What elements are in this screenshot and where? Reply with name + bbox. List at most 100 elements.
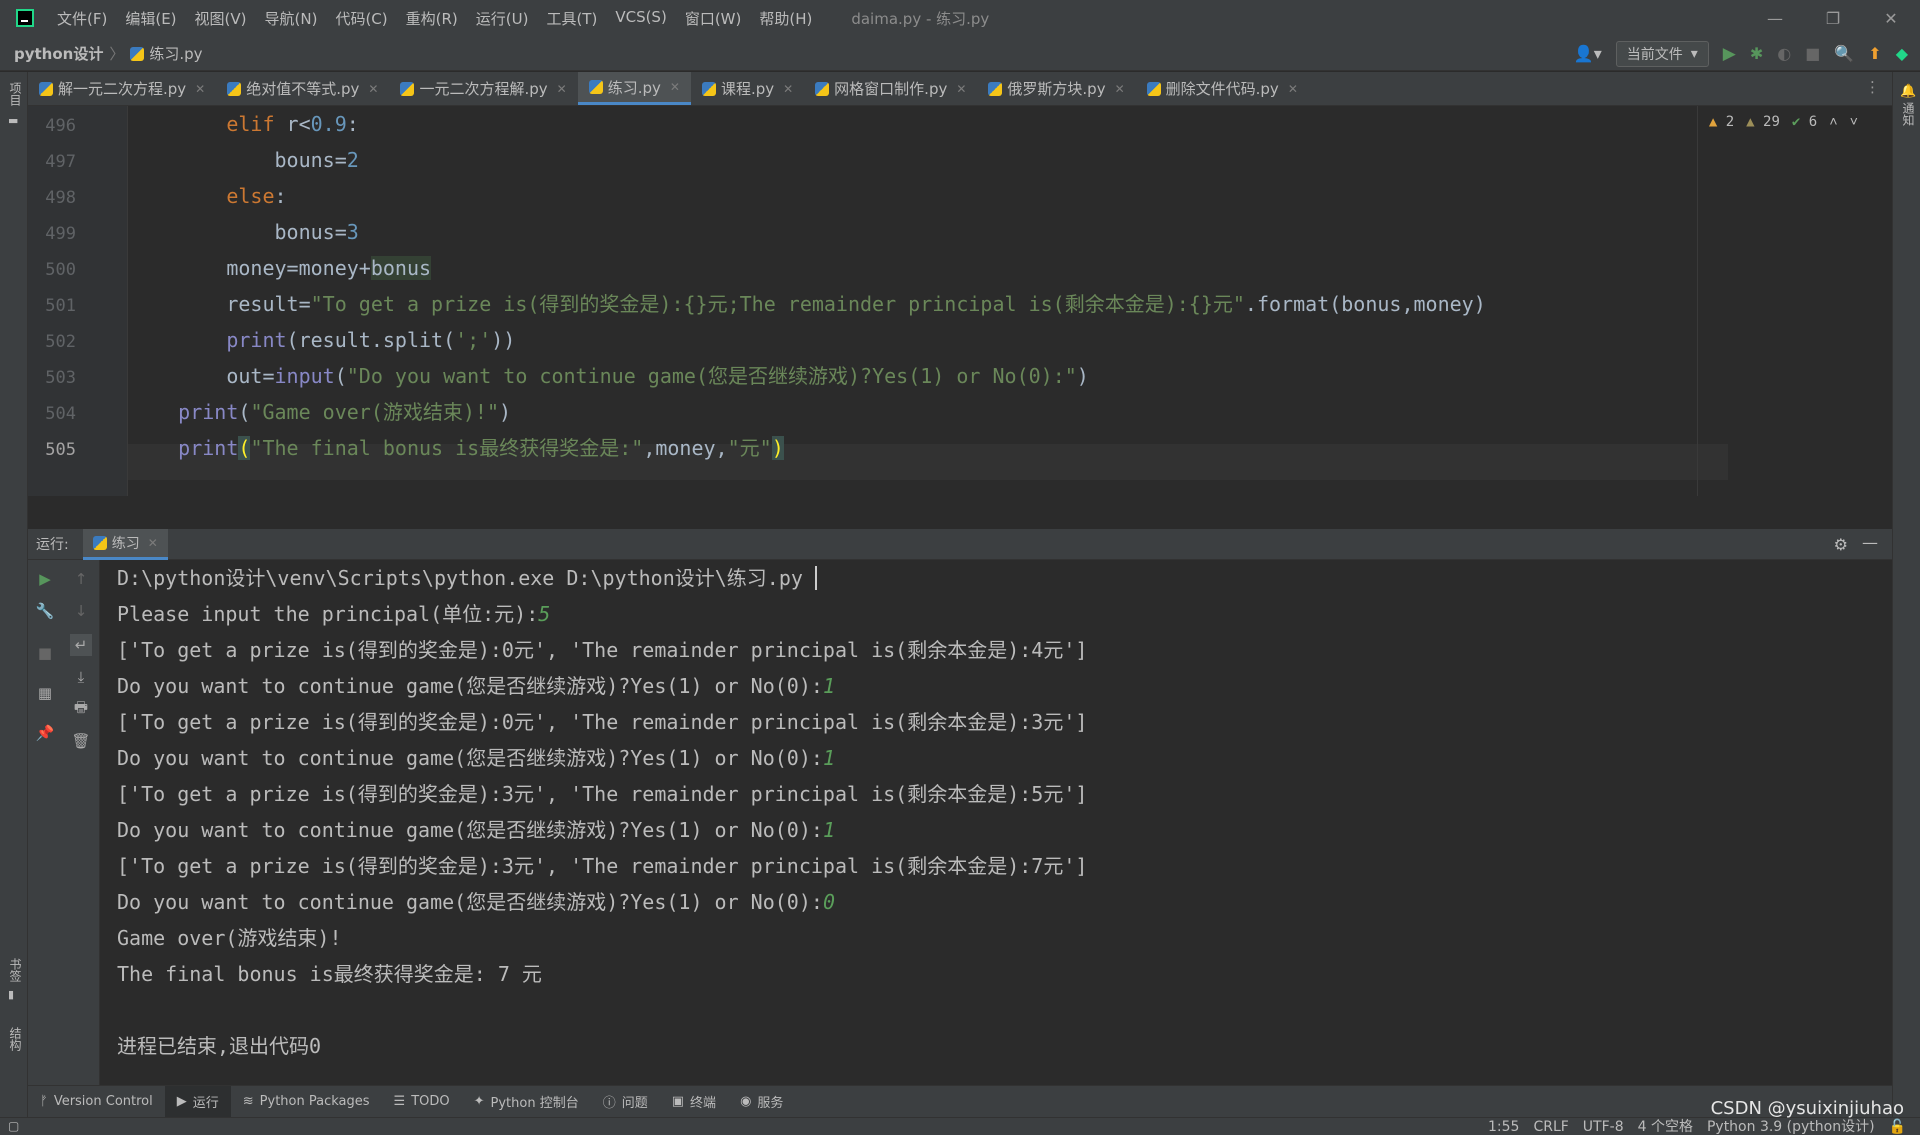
run-config-select[interactable]: 当前文件 ▾: [1615, 40, 1709, 67]
hide-panel-icon[interactable]: —: [1862, 533, 1878, 552]
layout-icon[interactable]: ▦: [34, 682, 56, 704]
menu-run[interactable]: 运行(U): [467, 8, 538, 29]
menu-vcs[interactable]: VCS(S): [606, 8, 675, 29]
breadcrumb-file[interactable]: 练习.py: [130, 43, 203, 64]
close-button[interactable]: ✕: [1862, 0, 1920, 36]
coverage-icon[interactable]: ◐: [1777, 44, 1791, 63]
editor-tab[interactable]: 一元二次方程解.py ✕: [389, 72, 577, 105]
rerun-icon[interactable]: ▶: [34, 568, 56, 590]
close-tab-icon[interactable]: ✕: [670, 80, 680, 94]
tool-version-control[interactable]: ᚠ Version Control: [28, 1086, 165, 1118]
menu-code[interactable]: 代码(C): [326, 8, 396, 29]
code-line-497: bouns=2: [130, 148, 359, 172]
stop-icon[interactable]: ■: [1805, 44, 1820, 63]
interpreter[interactable]: Python 3.9 (python设计): [1707, 1118, 1875, 1135]
search-icon[interactable]: 🔍: [1834, 44, 1854, 63]
restore-button[interactable]: ❐: [1804, 0, 1862, 36]
trash-icon[interactable]: 🗑: [70, 730, 92, 752]
tool-python-packages[interactable]: ≋ Python Packages: [231, 1086, 382, 1118]
status-bar: ▢ 1:55 CRLF UTF-8 4 个空格 Python 3.9 (pyth…: [0, 1117, 1920, 1135]
text-cursor: [814, 566, 830, 590]
gear-icon[interactable]: ⚙: [1834, 535, 1848, 554]
lock-icon[interactable]: 🔓: [1889, 1118, 1906, 1135]
arrow-up-icon[interactable]: ↑: [70, 568, 92, 590]
editor-tab[interactable]: 绝对值不等式.py ✕: [216, 72, 389, 105]
more-tabs-icon[interactable]: ⋮: [1865, 78, 1880, 96]
python-file-icon: [701, 81, 716, 96]
menu-window[interactable]: 窗口(W): [676, 8, 751, 29]
window-title: daima.py - 练习.py: [851, 9, 990, 28]
update-icon[interactable]: ⬆: [1868, 44, 1881, 63]
close-tab-icon[interactable]: ✕: [1115, 82, 1125, 96]
main-menu: 文件(F) 编辑(E) 视图(V) 导航(N) 代码(C) 重构(R) 运行(U…: [48, 8, 821, 29]
wrench-icon[interactable]: 🔧: [34, 600, 56, 622]
debug-icon[interactable]: ✱: [1750, 44, 1763, 63]
chevron-down-icon[interactable]: ˅: [1850, 114, 1858, 131]
line-separator[interactable]: CRLF: [1533, 1118, 1568, 1135]
tool-services[interactable]: ◉ 服务: [728, 1086, 795, 1118]
jetbrains-icon[interactable]: ◆: [1896, 44, 1908, 63]
inspection-widget[interactable]: ▲ 2 ▲ 29 ✔ 6 ˄ ˅: [1709, 114, 1858, 131]
close-tab-icon[interactable]: ✕: [148, 536, 158, 550]
line-number-gutter: 496 497 498 499 500 501 502 503 504 505: [28, 106, 128, 496]
indent-setting[interactable]: 4 个空格: [1638, 1118, 1693, 1135]
menu-navigate[interactable]: 导航(N): [256, 8, 327, 29]
menu-help[interactable]: 帮助(H): [750, 8, 821, 29]
console-text: Please input the principal(单位:元):: [117, 602, 539, 626]
scroll-to-end-icon[interactable]: ⤓: [70, 666, 92, 688]
print-icon[interactable]: 🖶: [70, 698, 92, 720]
project-tool-label[interactable]: 项目: [7, 82, 24, 106]
chevron-up-icon[interactable]: ˄: [1829, 114, 1837, 131]
menu-refactor[interactable]: 重构(R): [397, 8, 467, 29]
pin-icon[interactable]: 📌: [34, 722, 56, 744]
tool-problems[interactable]: ⓘ 问题: [591, 1086, 660, 1118]
close-tab-icon[interactable]: ✕: [557, 82, 567, 96]
close-tab-icon[interactable]: ✕: [956, 82, 966, 96]
layout-toggle-icon[interactable]: ▢: [8, 1119, 19, 1133]
editor-tab-active[interactable]: 练习.py ✕: [577, 72, 691, 105]
arrow-down-icon[interactable]: ↓: [70, 600, 92, 622]
console-text: D:\python设计\venv\Scripts\python.exe D:\p…: [117, 566, 815, 590]
stop-icon[interactable]: ■: [34, 642, 56, 664]
user-icon[interactable]: 👤▾: [1574, 44, 1602, 63]
line-number: 503: [45, 368, 76, 388]
check-icon: ✔: [1791, 114, 1801, 130]
file-encoding[interactable]: UTF-8: [1583, 1118, 1624, 1135]
code-line-504: print("Game over(游戏结束)!"): [178, 400, 512, 424]
close-tab-icon[interactable]: ✕: [783, 82, 793, 96]
breadcrumb-project[interactable]: python设计: [14, 43, 103, 64]
menu-edit[interactable]: 编辑(E): [116, 8, 185, 29]
tool-label: 问题: [621, 1096, 648, 1111]
tool-todo[interactable]: ☰ TODO: [382, 1086, 462, 1118]
editor-tab[interactable]: 网格窗口制作.py ✕: [804, 72, 977, 105]
editor-tab[interactable]: 解一元二次方程.py ✕: [28, 72, 216, 105]
code-editor[interactable]: 496 497 498 499 500 501 502 503 504 505 …: [28, 106, 1892, 496]
editor-tab[interactable]: 俄罗斯方块.py ✕: [977, 72, 1135, 105]
python-file-icon: [588, 80, 603, 94]
console-output[interactable]: D:\python设计\venv\Scripts\python.exe D:\p…: [100, 560, 1892, 1085]
menu-tools[interactable]: 工具(T): [537, 8, 606, 29]
editor-tab[interactable]: 删除文件代码.py ✕: [1136, 72, 1309, 105]
close-tab-icon[interactable]: ✕: [368, 82, 378, 96]
soft-wrap-icon[interactable]: ↵: [70, 634, 92, 656]
run-tab[interactable]: 练习 ✕: [82, 528, 168, 560]
close-tab-icon[interactable]: ✕: [1288, 82, 1298, 96]
tool-run[interactable]: ▶ 运行: [164, 1085, 231, 1118]
breadcrumb-file-label: 练习.py: [149, 44, 203, 63]
menu-file[interactable]: 文件(F): [48, 8, 116, 29]
console-user-input: 5: [538, 602, 551, 626]
run-icon[interactable]: ▶: [1723, 44, 1736, 64]
minimize-button[interactable]: —: [1746, 0, 1804, 36]
close-tab-icon[interactable]: ✕: [195, 82, 205, 96]
terminal-icon: ▣: [671, 1094, 685, 1109]
notifications-tool-label[interactable]: 通知: [1900, 102, 1917, 126]
bookmarks-tool-label[interactable]: 书签: [7, 958, 24, 982]
caret-position[interactable]: 1:55: [1488, 1118, 1519, 1135]
tool-terminal[interactable]: ▣ 终端: [660, 1086, 728, 1118]
tool-python-console[interactable]: ✦ Python 控制台: [462, 1086, 591, 1118]
editor-tab[interactable]: 课程.py ✕: [691, 72, 804, 105]
structure-tool-label[interactable]: 结构: [7, 1027, 24, 1051]
menu-view[interactable]: 视图(V): [186, 8, 256, 29]
ok-count-value: 6: [1808, 114, 1818, 130]
code-line-498: else:: [226, 184, 287, 208]
